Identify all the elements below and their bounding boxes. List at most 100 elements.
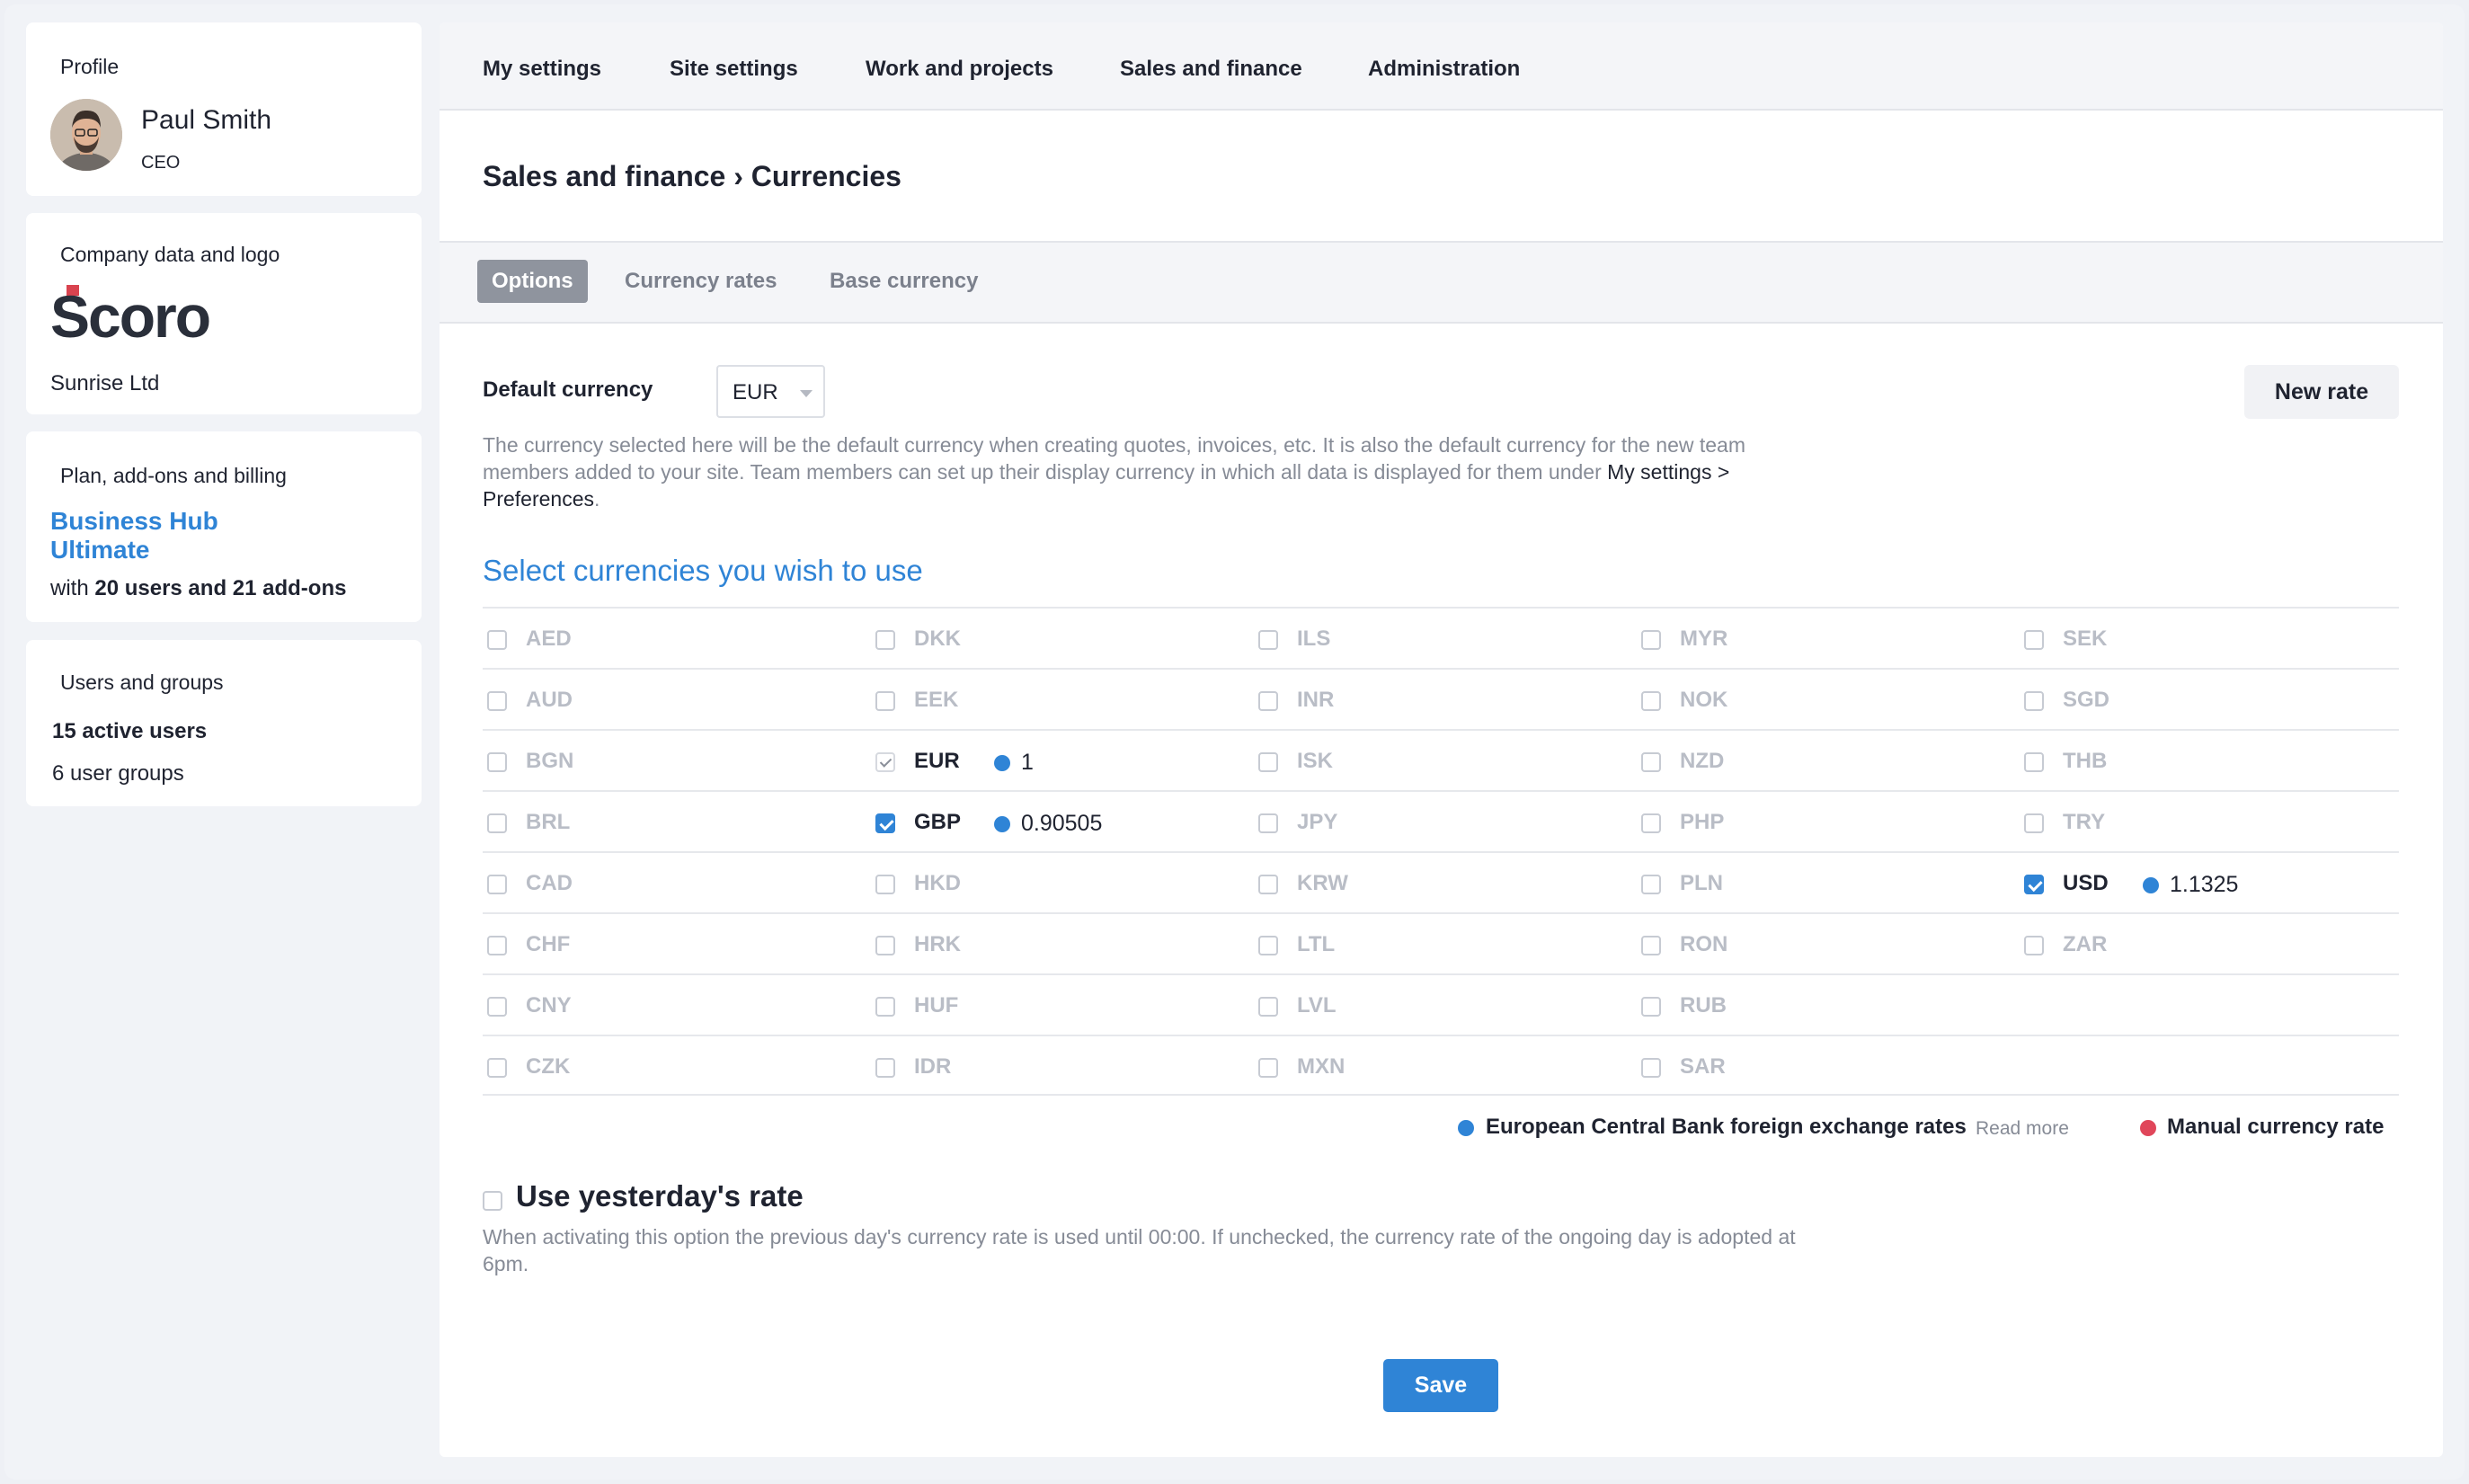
read-more-link[interactable]: Read more (1976, 1118, 2069, 1140)
currency-option-hkd[interactable]: HKD (871, 853, 1248, 912)
currency-option-sek[interactable]: SEK (2020, 609, 2397, 668)
currency-checkbox-ron[interactable] (1641, 936, 1661, 955)
profile-card-title: Profile (60, 55, 120, 78)
company-card[interactable]: Company data and logo Scoro Sunrise Ltd (26, 213, 422, 414)
currency-option-isk[interactable]: ISK (1254, 731, 1631, 790)
currency-checkbox-aud[interactable] (487, 691, 507, 711)
currency-checkbox-chf[interactable] (487, 936, 507, 955)
currency-option-cny[interactable]: CNY (483, 975, 860, 1035)
currency-option-thb[interactable]: THB (2020, 731, 2397, 790)
currency-option-lvl[interactable]: LVL (1254, 975, 1631, 1035)
currency-option-pln[interactable]: PLN (1637, 853, 2014, 912)
currency-option-hrk[interactable]: HRK (871, 914, 1248, 973)
currency-option-chf[interactable]: CHF (483, 914, 860, 973)
currency-checkbox-sar[interactable] (1641, 1058, 1661, 1078)
currency-checkbox-dkk[interactable] (875, 630, 895, 650)
tab-base-currency[interactable]: Base currency (815, 260, 992, 303)
nav-site-settings[interactable]: Site settings (670, 57, 798, 82)
plan-name[interactable]: Business Hub Ultimate (50, 507, 284, 564)
currency-checkbox-lvl[interactable] (1258, 997, 1278, 1017)
profile-card[interactable]: Profile Paul Smith CEO (26, 22, 422, 196)
currency-option-ltl[interactable]: LTL (1254, 914, 1631, 973)
currency-checkbox-usd[interactable] (2024, 875, 2044, 894)
use-yesterday-rate-description: When activating this option the previous… (483, 1225, 1796, 1275)
currency-option-sar[interactable]: SAR (1637, 1036, 2014, 1096)
currency-option-eur[interactable]: EUR 1 (871, 731, 1248, 790)
currency-checkbox-czk[interactable] (487, 1058, 507, 1078)
currency-option-eek[interactable]: EEK (871, 670, 1248, 729)
currency-option-ils[interactable]: ILS (1254, 609, 1631, 668)
currency-checkbox-thb[interactable] (2024, 752, 2044, 772)
currency-checkbox-gbp[interactable] (875, 813, 895, 833)
currency-checkbox-huf[interactable] (875, 997, 895, 1017)
currency-option-krw[interactable]: KRW (1254, 853, 1631, 912)
currency-checkbox-rub[interactable] (1641, 997, 1661, 1017)
currency-option-bgn[interactable]: BGN (483, 731, 860, 790)
save-button[interactable]: Save (1383, 1359, 1498, 1412)
currency-option-aud[interactable]: AUD (483, 670, 860, 729)
currency-checkbox-cad[interactable] (487, 875, 507, 894)
currency-code: KRW (1297, 871, 1348, 895)
currency-checkbox-pln[interactable] (1641, 875, 1661, 894)
currency-option-nzd[interactable]: NZD (1637, 731, 2014, 790)
nav-work-and-projects[interactable]: Work and projects (866, 57, 1053, 82)
currency-option-myr[interactable]: MYR (1637, 609, 2014, 668)
default-currency-select[interactable]: EUR (716, 365, 825, 418)
users-card[interactable]: Users and groups 15 active users 6 user … (26, 640, 422, 806)
currency-option-zar[interactable]: ZAR (2020, 914, 2397, 973)
currency-checkbox-try[interactable] (2024, 813, 2044, 833)
currency-option-huf[interactable]: HUF (871, 975, 1248, 1035)
currency-option-gbp[interactable]: GBP 0.90505 (871, 792, 1248, 851)
use-yesterday-rate-checkbox[interactable] (483, 1191, 502, 1211)
currency-checkbox-ltl[interactable] (1258, 936, 1278, 955)
currency-option-php[interactable]: PHP (1637, 792, 2014, 851)
new-rate-button[interactable]: New rate (2244, 365, 2399, 419)
currency-code: HUF (914, 993, 959, 1017)
tab-currency-rates[interactable]: Currency rates (610, 260, 791, 303)
currency-checkbox-aed[interactable] (487, 630, 507, 650)
currency-checkbox-krw[interactable] (1258, 875, 1278, 894)
currency-checkbox-mxn[interactable] (1258, 1058, 1278, 1078)
nav-my-settings[interactable]: My settings (483, 57, 601, 82)
currency-checkbox-nok[interactable] (1641, 691, 1661, 711)
currency-option-brl[interactable]: BRL (483, 792, 860, 851)
currency-checkbox-hrk[interactable] (875, 936, 895, 955)
currency-checkbox-ils[interactable] (1258, 630, 1278, 650)
currency-option-mxn[interactable]: MXN (1254, 1036, 1631, 1096)
currency-code: SEK (2063, 626, 2108, 651)
currency-option-usd[interactable]: USD 1.1325 (2020, 853, 2397, 912)
currency-checkbox-myr[interactable] (1641, 630, 1661, 650)
currency-option-idr[interactable]: IDR (871, 1036, 1248, 1096)
currency-option-czk[interactable]: CZK (483, 1036, 860, 1096)
currency-checkbox-php[interactable] (1641, 813, 1661, 833)
plan-card[interactable]: Plan, add-ons and billing Business Hub U… (26, 431, 422, 622)
currency-option-nok[interactable]: NOK (1637, 670, 2014, 729)
nav-sales-and-finance[interactable]: Sales and finance (1120, 57, 1302, 82)
currency-option-jpy[interactable]: JPY (1254, 792, 1631, 851)
currency-checkbox-cny[interactable] (487, 997, 507, 1017)
currency-option-ron[interactable]: RON (1637, 914, 2014, 973)
nav-administration[interactable]: Administration (1368, 57, 1520, 82)
tab-options[interactable]: Options (477, 260, 588, 303)
currency-checkbox-jpy[interactable] (1258, 813, 1278, 833)
currency-checkbox-inr[interactable] (1258, 691, 1278, 711)
currency-checkbox-brl[interactable] (487, 813, 507, 833)
currency-checkbox-bgn[interactable] (487, 752, 507, 772)
currency-option-aed[interactable]: AED (483, 609, 860, 668)
currency-checkbox-eur[interactable] (875, 752, 895, 772)
currency-checkbox-nzd[interactable] (1641, 752, 1661, 772)
currency-option-inr[interactable]: INR (1254, 670, 1631, 729)
currency-option-rub[interactable]: RUB (1637, 975, 2014, 1035)
currency-option-cad[interactable]: CAD (483, 853, 860, 912)
currency-checkbox-sgd[interactable] (2024, 691, 2044, 711)
currency-option-sgd[interactable]: SGD (2020, 670, 2397, 729)
currency-option-try[interactable]: TRY (2020, 792, 2397, 851)
currency-checkbox-isk[interactable] (1258, 752, 1278, 772)
currency-checkbox-zar[interactable] (2024, 936, 2044, 955)
currency-checkbox-idr[interactable] (875, 1058, 895, 1078)
currency-option-dkk[interactable]: DKK (871, 609, 1248, 668)
currency-checkbox-sek[interactable] (2024, 630, 2044, 650)
currency-code: HRK (914, 932, 961, 956)
currency-checkbox-eek[interactable] (875, 691, 895, 711)
currency-checkbox-hkd[interactable] (875, 875, 895, 894)
